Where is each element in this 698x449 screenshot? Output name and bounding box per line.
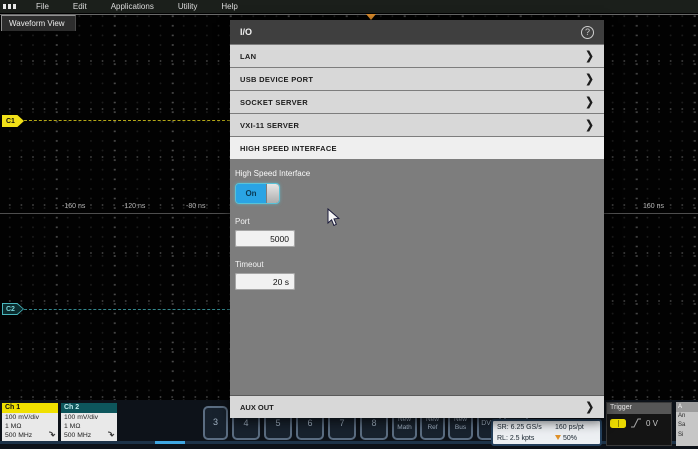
time-axis-label: -120 ns: [122, 203, 145, 210]
probe-icon: [48, 431, 56, 439]
row-usb-device-port[interactable]: USB DEVICE PORT ❯: [230, 68, 604, 90]
app-grid-icon[interactable]: [3, 4, 16, 9]
time-axis-label: 160 ns: [643, 203, 664, 210]
toggle-knob[interactable]: [266, 184, 279, 203]
ch1-scale: 100 mV/div: [5, 414, 58, 423]
oscilloscope-screen: File Edit Applications Utility Help Wave…: [0, 0, 698, 449]
scroll-indicator[interactable]: [155, 441, 185, 444]
channel1-ground-line: [24, 120, 230, 121]
panel-title: I/O: [240, 27, 252, 37]
rising-edge-icon: [630, 418, 642, 428]
row-vxi11-server[interactable]: VXI-11 SERVER ❯: [230, 114, 604, 136]
row-high-speed-interface[interactable]: HIGH SPEED INTERFACE: [230, 137, 604, 159]
row-lan[interactable]: LAN ❯: [230, 45, 604, 67]
menu-help[interactable]: Help: [209, 2, 249, 11]
chevron-right-icon: ❯: [585, 50, 594, 63]
mouse-cursor: [327, 208, 340, 227]
timeout-label: Timeout: [235, 260, 604, 269]
trigger-source-ch1-icon: [610, 419, 626, 428]
row-aux-out[interactable]: AUX OUT ❯: [230, 395, 604, 418]
high-speed-interface-section: High Speed Interface On Port 5000 Timeou…: [230, 159, 604, 290]
timeout-input[interactable]: 20 s: [235, 273, 295, 290]
time-axis-label: -160 ns: [62, 203, 85, 210]
chevron-right-icon: ❯: [585, 73, 594, 86]
io-settings-panel: I/O ? LAN ❯ USB DEVICE PORT ❯ SOCKET SER…: [230, 20, 604, 418]
time-per-point-value: 160 ps/pt: [555, 424, 584, 431]
chevron-right-icon: ❯: [586, 401, 594, 414]
io-panel-header: I/O ?: [230, 20, 604, 44]
menu-file[interactable]: File: [24, 2, 61, 11]
clipped-acquisition-badge[interactable]: A An Sa Si: [676, 402, 698, 446]
menu-bar: File Edit Applications Utility Help: [0, 0, 698, 14]
chevron-right-icon: ❯: [585, 96, 594, 109]
horizontal-readout-badge[interactable]: SR: 6.25 GS/s 160 ps/pt RL: 2.5 kpts 50%: [491, 419, 602, 446]
help-icon[interactable]: ?: [581, 26, 594, 39]
ch2-scale: 100 mV/div: [64, 414, 117, 423]
channel2-ground-line: [24, 309, 230, 310]
trigger-title: Trigger: [607, 403, 671, 414]
trigger-badge[interactable]: Trigger 0 V: [606, 402, 672, 446]
record-length-value: RL: 2.5 kpts: [497, 435, 534, 442]
position-percent-value: 50%: [563, 435, 577, 442]
sample-rate-value: SR: 6.25 GS/s: [497, 424, 542, 431]
menu-utility[interactable]: Utility: [166, 2, 210, 11]
channel1-badge[interactable]: Ch 1 100 mV/div 1 MΩ 500 MHz: [2, 403, 58, 441]
channel2-badge[interactable]: Ch 2 100 mV/div 1 MΩ 500 MHz: [61, 403, 117, 441]
menu-edit[interactable]: Edit: [61, 2, 99, 11]
time-axis-label: -80 ns: [186, 203, 205, 210]
probe-icon: [107, 431, 115, 439]
hsi-on-toggle[interactable]: On: [235, 183, 280, 204]
hsi-toggle-label: High Speed Interface: [235, 169, 604, 178]
waveform-view-tab[interactable]: Waveform View: [1, 15, 76, 31]
row-socket-server[interactable]: SOCKET SERVER ❯: [230, 91, 604, 113]
channel2-reference-marker[interactable]: C2: [2, 303, 24, 315]
trigger-level-value: 0 V: [646, 419, 658, 428]
channel1-reference-marker[interactable]: C1: [2, 115, 24, 127]
chevron-right-icon: ❯: [585, 119, 594, 132]
position-marker-icon: [555, 435, 561, 440]
menu-applications[interactable]: Applications: [99, 2, 166, 11]
port-label: Port: [235, 217, 604, 226]
channel3-button[interactable]: 3: [203, 406, 228, 440]
port-input[interactable]: 5000: [235, 230, 295, 247]
